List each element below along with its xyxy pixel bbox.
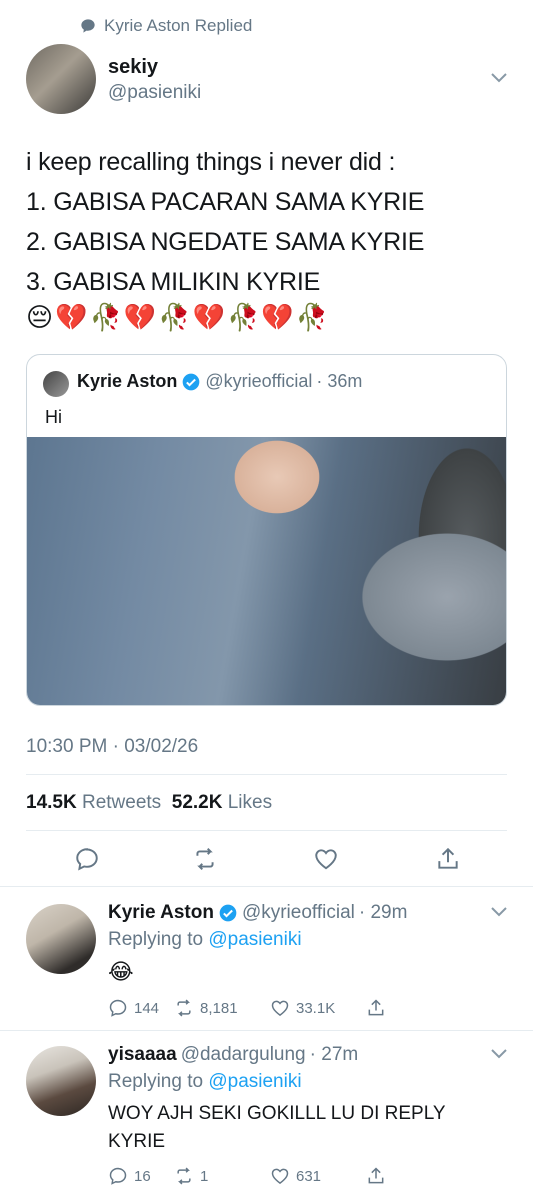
divider [26, 830, 507, 831]
replying-to-handle[interactable]: @pasieniki [208, 1071, 301, 1092]
replied-context[interactable]: Kyrie Aston Replied [80, 16, 252, 36]
likes-label[interactable]: Likes [228, 792, 272, 813]
replied-label: Kyrie Aston Replied [104, 16, 253, 35]
tweet-stats: 14.5K Retweets 52.2K Likes [26, 792, 272, 814]
like-count: 631 [296, 1167, 322, 1185]
like-icon[interactable] [313, 846, 339, 872]
replying-prefix: Replying to [108, 929, 204, 950]
replying-to: Replying to @pasieniki [108, 1071, 302, 1093]
comment-count: 144 [134, 999, 160, 1017]
tweet-line: 3. GABISA MILIKIN KYRIE [26, 268, 321, 296]
reply-icon[interactable] [74, 846, 100, 872]
reply-text: WOY AJH SEKI GOKILLL LU DI REPLY KYRIE [108, 1100, 446, 1156]
divider [0, 886, 533, 887]
tweet-line: 1. GABISA PACARAN SAMA KYRIE [26, 188, 425, 216]
reply-time: · 29m [358, 902, 408, 923]
like-icon [271, 1168, 289, 1184]
retweets-count[interactable]: 14.5K [26, 792, 77, 813]
reply-text-line: WOY AJH SEKI GOKILLL LU DI REPLY [108, 1103, 446, 1124]
reply-text-line: KYRIE [108, 1131, 166, 1152]
reply-author-name[interactable]: yisaaaa [108, 1044, 177, 1066]
reply-icon [109, 1167, 127, 1185]
likes-count[interactable]: 52.2K [172, 792, 223, 813]
avatar[interactable] [26, 44, 96, 114]
reply-retweet-action[interactable]: 8,181 [174, 998, 270, 1018]
chevron-down-icon[interactable] [490, 1048, 508, 1060]
like-count: 33.1K [296, 999, 336, 1017]
reply-text: 😂 [108, 959, 134, 984]
retweet-icon[interactable] [192, 846, 218, 872]
quoted-header: Kyrie Aston @kyrieofficial · 36m [77, 371, 362, 392]
quoted-text: Hi [45, 407, 62, 427]
chevron-down-icon[interactable] [490, 906, 508, 918]
comment-count: 16 [134, 1167, 151, 1185]
reply-comment-action[interactable]: 144 [108, 998, 174, 1018]
quoted-avatar [43, 371, 69, 397]
tweet-text: i keep recalling things i never did : 1.… [26, 142, 516, 302]
author-handle[interactable]: @pasieniki [108, 82, 201, 104]
reply-author-handle[interactable]: @dadargulung [181, 1044, 306, 1066]
reply-like-action[interactable]: 631 [270, 1166, 366, 1186]
divider [26, 774, 507, 775]
tweet-line: i keep recalling things i never did : [26, 148, 396, 176]
verified-badge-icon [183, 373, 200, 390]
like-icon [271, 1000, 289, 1016]
reply-author-handle[interactable]: @kyrieofficial [242, 902, 355, 924]
tweet-timestamp: 10:30 PM · 03/02/26 [26, 736, 199, 757]
avatar[interactable] [26, 904, 96, 974]
quoted-photo[interactable] [27, 437, 506, 705]
chevron-down-icon[interactable] [490, 72, 508, 84]
quoted-author-name: Kyrie Aston [77, 371, 178, 391]
retweet-icon [177, 999, 191, 1017]
reply-author-name[interactable]: Kyrie Aston [108, 902, 214, 924]
reply-icon [109, 999, 127, 1017]
share-icon[interactable] [435, 846, 461, 872]
reply-retweet-action[interactable]: 1 [174, 1166, 270, 1186]
reply-share-action[interactable] [366, 1166, 386, 1186]
quoted-time: · 36m [316, 371, 363, 391]
retweet-count: 1 [200, 1167, 209, 1185]
retweet-count: 8,181 [200, 999, 238, 1017]
quoted-author-handle: @kyrieofficial [205, 371, 313, 391]
reply-time: · 27m [309, 1044, 359, 1065]
replying-to-handle[interactable]: @pasieniki [208, 929, 301, 950]
quoted-tweet[interactable]: Kyrie Aston @kyrieofficial · 36m Hi [26, 354, 507, 706]
reply-actions: 16 1 631 [108, 1166, 386, 1186]
reply-share-action[interactable] [366, 998, 386, 1018]
retweets-label[interactable]: Retweets [82, 792, 161, 813]
author-name[interactable]: sekiy [108, 56, 158, 79]
reply-actions: 144 8,181 33.1K [108, 998, 386, 1018]
divider [0, 1030, 533, 1031]
tweet-line: 2. GABISA NGEDATE SAMA KYRIE [26, 228, 425, 256]
avatar[interactable] [26, 1046, 96, 1116]
replying-prefix: Replying to [108, 1071, 204, 1092]
reply-like-action[interactable]: 33.1K [270, 998, 366, 1018]
share-icon [368, 999, 384, 1016]
reply-header: Kyrie Aston @kyrieofficial · 29m [108, 902, 407, 924]
emoji-row: 😔💔🥀💔🥀💔🥀💔🥀 [26, 302, 331, 332]
reply-comment-action[interactable]: 16 [108, 1166, 174, 1186]
retweet-icon [177, 1167, 191, 1185]
reply-header: yisaaaa @dadargulung · 27m [108, 1044, 358, 1066]
share-icon [368, 1167, 384, 1184]
speech-bubble-icon [81, 19, 95, 33]
verified-badge-icon [219, 904, 237, 922]
replying-to: Replying to @pasieniki [108, 929, 302, 951]
